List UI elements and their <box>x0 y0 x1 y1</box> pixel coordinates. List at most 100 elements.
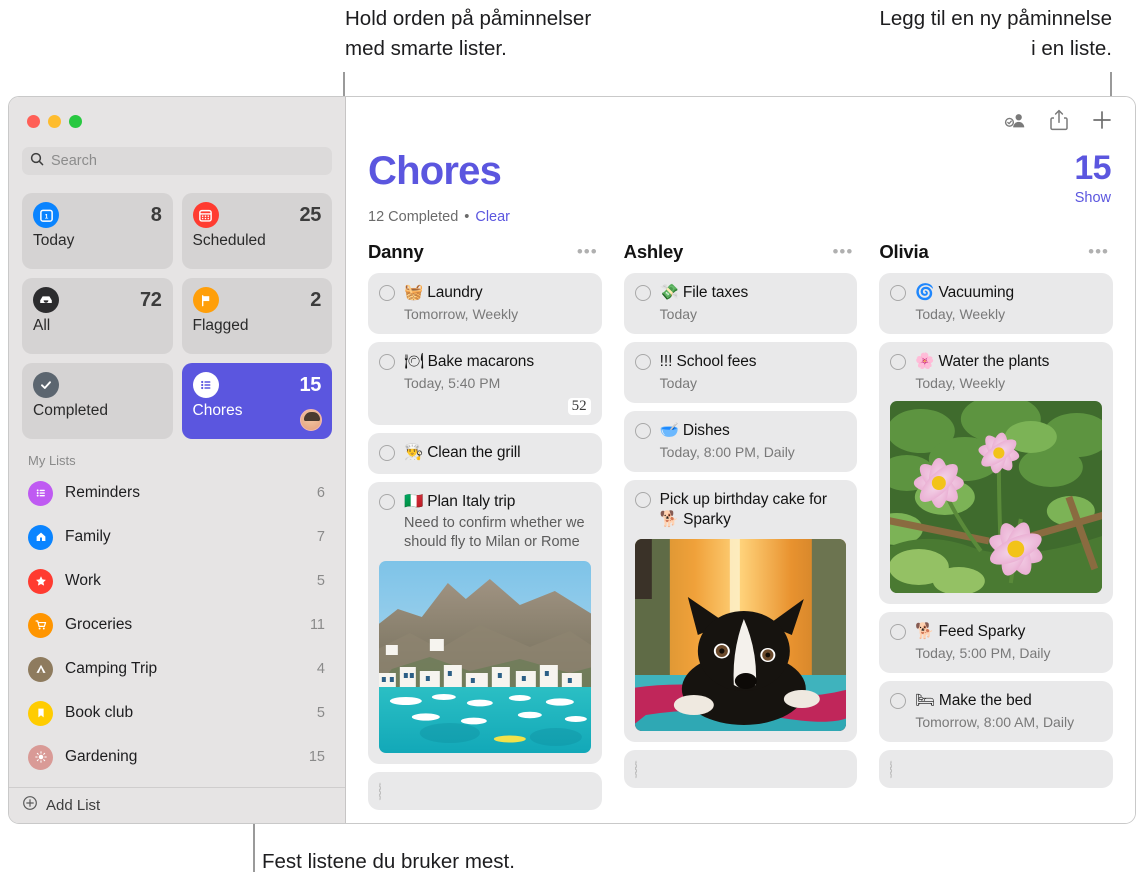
reminder-card-empty[interactable] <box>368 772 602 810</box>
complete-circle-icon[interactable] <box>890 354 907 370</box>
sidebar-item-groceries[interactable]: Groceries 11 <box>9 603 345 647</box>
complete-circle-icon[interactable] <box>634 285 651 301</box>
reminder-card[interactable]: 🛏 Make the bed Tomorrow, 8:00 AM, Daily <box>879 681 1114 742</box>
add-icon[interactable] <box>1091 109 1113 131</box>
sidebar-item-book-club[interactable]: Book club 5 <box>9 691 345 735</box>
column-title: Olivia <box>879 241 929 262</box>
reminder-emoji: 🇮🇹 <box>404 493 424 510</box>
reminder-card[interactable]: 🇮🇹 Plan Italy trip Need to confirm whethe… <box>368 482 602 764</box>
smart-tile-all[interactable]: 72 All <box>22 278 173 354</box>
add-list-button[interactable]: Add List <box>9 787 345 823</box>
sidebar-item-count: 7 <box>316 529 325 545</box>
complete-circle-icon[interactable] <box>379 494 395 510</box>
attachment-thumbnail-dog-photo[interactable] <box>634 539 847 731</box>
smart-tile-scheduled[interactable]: 25 Scheduled <box>181 193 332 269</box>
reminder-card[interactable]: 🧺 Laundry Tomorrow, Weekly <box>368 273 602 334</box>
reminder-card[interactable]: 🥣 Dishes Today, 8:00 PM, Daily <box>623 411 858 472</box>
reminder-card[interactable]: !!! School fees Today <box>623 342 858 403</box>
reminder-title: Bake macarons <box>427 353 534 370</box>
inbox-icon <box>33 287 59 313</box>
complete-circle-icon[interactable] <box>890 693 907 709</box>
smart-tile-chores[interactable]: 15 Chores <box>181 363 332 439</box>
reminder-note: Need to confirm whether we should fly to… <box>404 515 585 550</box>
complete-circle-icon[interactable] <box>634 492 651 508</box>
zoom-button[interactable] <box>69 115 82 128</box>
smart-tile-label: Scheduled <box>192 232 266 249</box>
attachment-thumbnail-italy-coast[interactable] <box>379 561 591 753</box>
reminder-card[interactable]: Pick up birthday cake for 🐕 Sparky <box>623 480 858 742</box>
reminder-title: Laundry <box>427 284 483 301</box>
smart-tile-label: Today <box>33 232 75 249</box>
sidebar-item-label: Family <box>65 528 111 545</box>
column-ashley: Ashley ••• 💸 File taxes Today !!! School… <box>623 241 858 823</box>
column-more-button[interactable]: ••• <box>1088 243 1109 260</box>
column-more-button[interactable]: ••• <box>577 243 598 260</box>
column-olivia: Olivia ••• 🌀 Vacuuming Today, Weekly 🌸 W… <box>879 241 1114 823</box>
reminder-emoji: 🥣 <box>659 422 679 439</box>
star-icon <box>28 568 53 594</box>
sidebar-item-label: Work <box>65 572 101 589</box>
smart-tile-count: 25 <box>299 203 322 226</box>
smart-tile-flagged[interactable]: 2 Flagged <box>181 278 332 354</box>
leader-line-left <box>343 72 345 96</box>
leader-line-bottom <box>253 824 255 872</box>
complete-circle-icon[interactable] <box>379 782 381 801</box>
sidebar-item-count: 6 <box>316 485 325 501</box>
sidebar-item-work[interactable]: Work 5 <box>9 559 345 603</box>
smart-tile-today[interactable]: 1 8 Today <box>22 193 173 269</box>
reminder-card[interactable]: 👨‍🍳 Clean the grill <box>368 433 602 474</box>
column-more-button[interactable]: ••• <box>832 243 853 260</box>
svg-text:1: 1 <box>44 213 48 220</box>
column-title: Ashley <box>623 241 684 262</box>
reminder-card[interactable]: 💸 File taxes Today <box>623 273 858 334</box>
complete-circle-icon[interactable] <box>379 285 395 301</box>
smart-tile-completed[interactable]: Completed <box>22 363 173 439</box>
reminder-subtitle: Today, Weekly <box>915 306 1006 322</box>
clear-button[interactable]: Clear <box>475 209 510 225</box>
sidebar-item-reminders[interactable]: Reminders 6 <box>9 471 345 515</box>
complete-circle-icon[interactable] <box>379 445 395 461</box>
sidebar-item-camping-trip[interactable]: Camping Trip 4 <box>9 647 345 691</box>
share-icon[interactable] <box>1050 109 1068 131</box>
reminder-card-empty[interactable] <box>879 750 1114 788</box>
complete-circle-icon[interactable] <box>634 423 651 439</box>
bookmark-icon <box>28 700 53 726</box>
minimize-button[interactable] <box>48 115 61 128</box>
reminder-subtitle: Today, 5:00 PM, Daily <box>915 645 1051 661</box>
sidebar-item-label: Gardening <box>65 748 138 765</box>
reminder-title: Plan Italy trip <box>427 493 516 510</box>
list-header: Chores 15 Show <box>346 143 1135 206</box>
reminder-subtitle: Today, Weekly <box>915 375 1006 391</box>
screenshot-root: Hold orden på påminnelser med smarte lis… <box>0 0 1144 886</box>
sidebar-item-gardening[interactable]: Gardening 15 <box>9 735 345 779</box>
sun-icon <box>28 744 53 770</box>
my-lists-header: My Lists <box>28 453 76 468</box>
complete-circle-icon[interactable] <box>890 624 907 640</box>
smart-list-tiles: 1 8 Today 25 Scheduled 72 All 2 Flagged … <box>22 193 332 439</box>
sidebar-item-count: 5 <box>316 573 325 589</box>
close-button[interactable] <box>27 115 40 128</box>
share-people-icon[interactable] <box>1003 110 1027 130</box>
house-icon <box>28 524 53 550</box>
reminder-card[interactable]: 🌀 Vacuuming Today, Weekly <box>879 273 1114 334</box>
sidebar-item-count: 4 <box>316 661 325 677</box>
reminder-title: Feed Sparky <box>938 623 1026 640</box>
reminder-card[interactable]: 🌸 Water the plants Today, Weekly <box>879 342 1114 604</box>
smart-tile-label: Flagged <box>192 317 249 334</box>
complete-circle-icon[interactable] <box>634 354 651 370</box>
reminder-card[interactable]: 🐕 Feed Sparky Today, 5:00 PM, Daily <box>879 612 1114 673</box>
search-field[interactable]: Search <box>22 147 332 175</box>
complete-circle-icon[interactable] <box>634 760 637 779</box>
avatar <box>300 409 322 431</box>
sidebar-item-family[interactable]: Family 7 <box>9 515 345 559</box>
attachment-thumbnail-flowers-photo[interactable] <box>890 401 1103 593</box>
smart-tile-count: 72 <box>140 288 162 311</box>
column-title: Danny <box>368 241 424 262</box>
complete-circle-icon[interactable] <box>379 354 395 370</box>
complete-circle-icon[interactable] <box>890 760 893 779</box>
reminder-card[interactable]: 🍽 Bake macarons Today, 5:40 PM 52 <box>368 342 602 425</box>
show-button[interactable]: Show <box>1074 190 1111 206</box>
reminder-card-empty[interactable] <box>623 750 858 788</box>
smart-tile-count: 15 <box>299 373 322 396</box>
complete-circle-icon[interactable] <box>890 285 907 301</box>
